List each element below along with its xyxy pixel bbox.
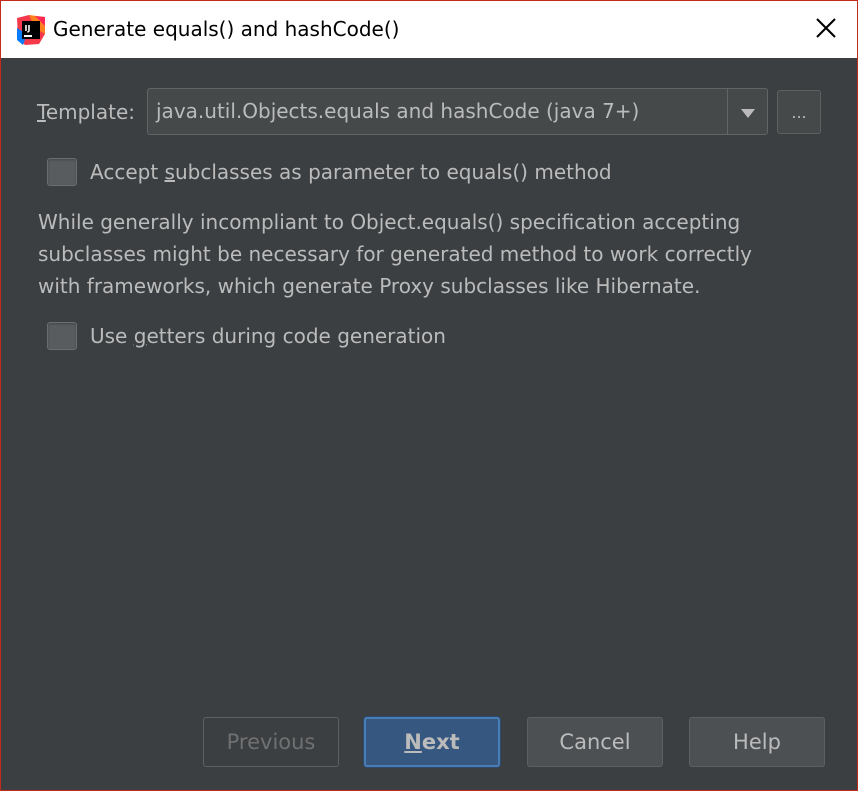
use-getters-label-mnemonic: g bbox=[133, 324, 147, 348]
generate-equals-hashcode-dialog: IJ Generate equals() and hashCode() Temp… bbox=[0, 0, 858, 791]
close-button[interactable] bbox=[795, 1, 857, 58]
help-button[interactable]: Help bbox=[689, 717, 825, 767]
next-button-label: Next bbox=[404, 730, 459, 754]
accept-subclasses-label-pre: Accept bbox=[90, 160, 165, 184]
template-label: Template: bbox=[37, 100, 135, 124]
template-selected-value: java.util.Objects.equals and hashCode (j… bbox=[156, 99, 640, 123]
ellipsis-label: ... bbox=[791, 102, 807, 122]
description-line: with frameworks, which generate Proxy su… bbox=[38, 274, 701, 298]
help-button-label: Help bbox=[733, 730, 781, 754]
description-line: While generally incompliant to Object.eq… bbox=[38, 210, 741, 234]
edit-templates-button[interactable]: ... bbox=[777, 90, 821, 134]
template-dropdown-arrow[interactable] bbox=[727, 89, 767, 134]
next-button[interactable]: Next bbox=[364, 717, 500, 767]
accept-subclasses-checkbox[interactable] bbox=[47, 158, 77, 186]
dialog-content: Template: java.util.Objects.equals and h… bbox=[1, 58, 857, 790]
use-getters-label: Use getters during code generation bbox=[90, 324, 446, 348]
next-button-text: ext bbox=[421, 730, 460, 754]
close-icon bbox=[815, 17, 837, 43]
accept-subclasses-option[interactable]: Accept subclasses as parameter to equals… bbox=[47, 157, 612, 187]
use-getters-label-post: etters during code generation bbox=[146, 324, 446, 348]
template-combobox[interactable]: java.util.Objects.equals and hashCode (j… bbox=[147, 88, 768, 135]
template-label-text: emplate: bbox=[45, 100, 136, 124]
accept-subclasses-label-post: ubclasses as parameter to equals() metho… bbox=[174, 160, 612, 184]
use-getters-option[interactable]: Use getters during code generation bbox=[47, 321, 446, 351]
subclasses-description: While generally incompliant to Object.eq… bbox=[38, 206, 838, 302]
intellij-idea-icon: IJ bbox=[15, 14, 47, 46]
description-line: subclasses might be necessary for genera… bbox=[38, 242, 753, 266]
use-getters-checkbox[interactable] bbox=[47, 322, 77, 350]
accept-subclasses-label: Accept subclasses as parameter to equals… bbox=[90, 160, 612, 184]
previous-button[interactable]: Previous bbox=[203, 717, 339, 767]
cancel-button[interactable]: Cancel bbox=[527, 717, 663, 767]
template-label-mnemonic: T bbox=[37, 100, 46, 124]
window-title: Generate equals() and hashCode() bbox=[53, 17, 400, 41]
triangle-down-icon bbox=[740, 100, 756, 124]
title-bar[interactable]: IJ Generate equals() and hashCode() bbox=[1, 1, 857, 58]
next-button-mnemonic: N bbox=[404, 730, 422, 754]
use-getters-label-pre: Use bbox=[90, 324, 134, 348]
previous-button-label: Previous bbox=[226, 730, 316, 754]
accept-subclasses-label-mnemonic: s bbox=[164, 160, 175, 184]
cancel-button-label: Cancel bbox=[559, 730, 631, 754]
svg-text:IJ: IJ bbox=[25, 24, 31, 33]
